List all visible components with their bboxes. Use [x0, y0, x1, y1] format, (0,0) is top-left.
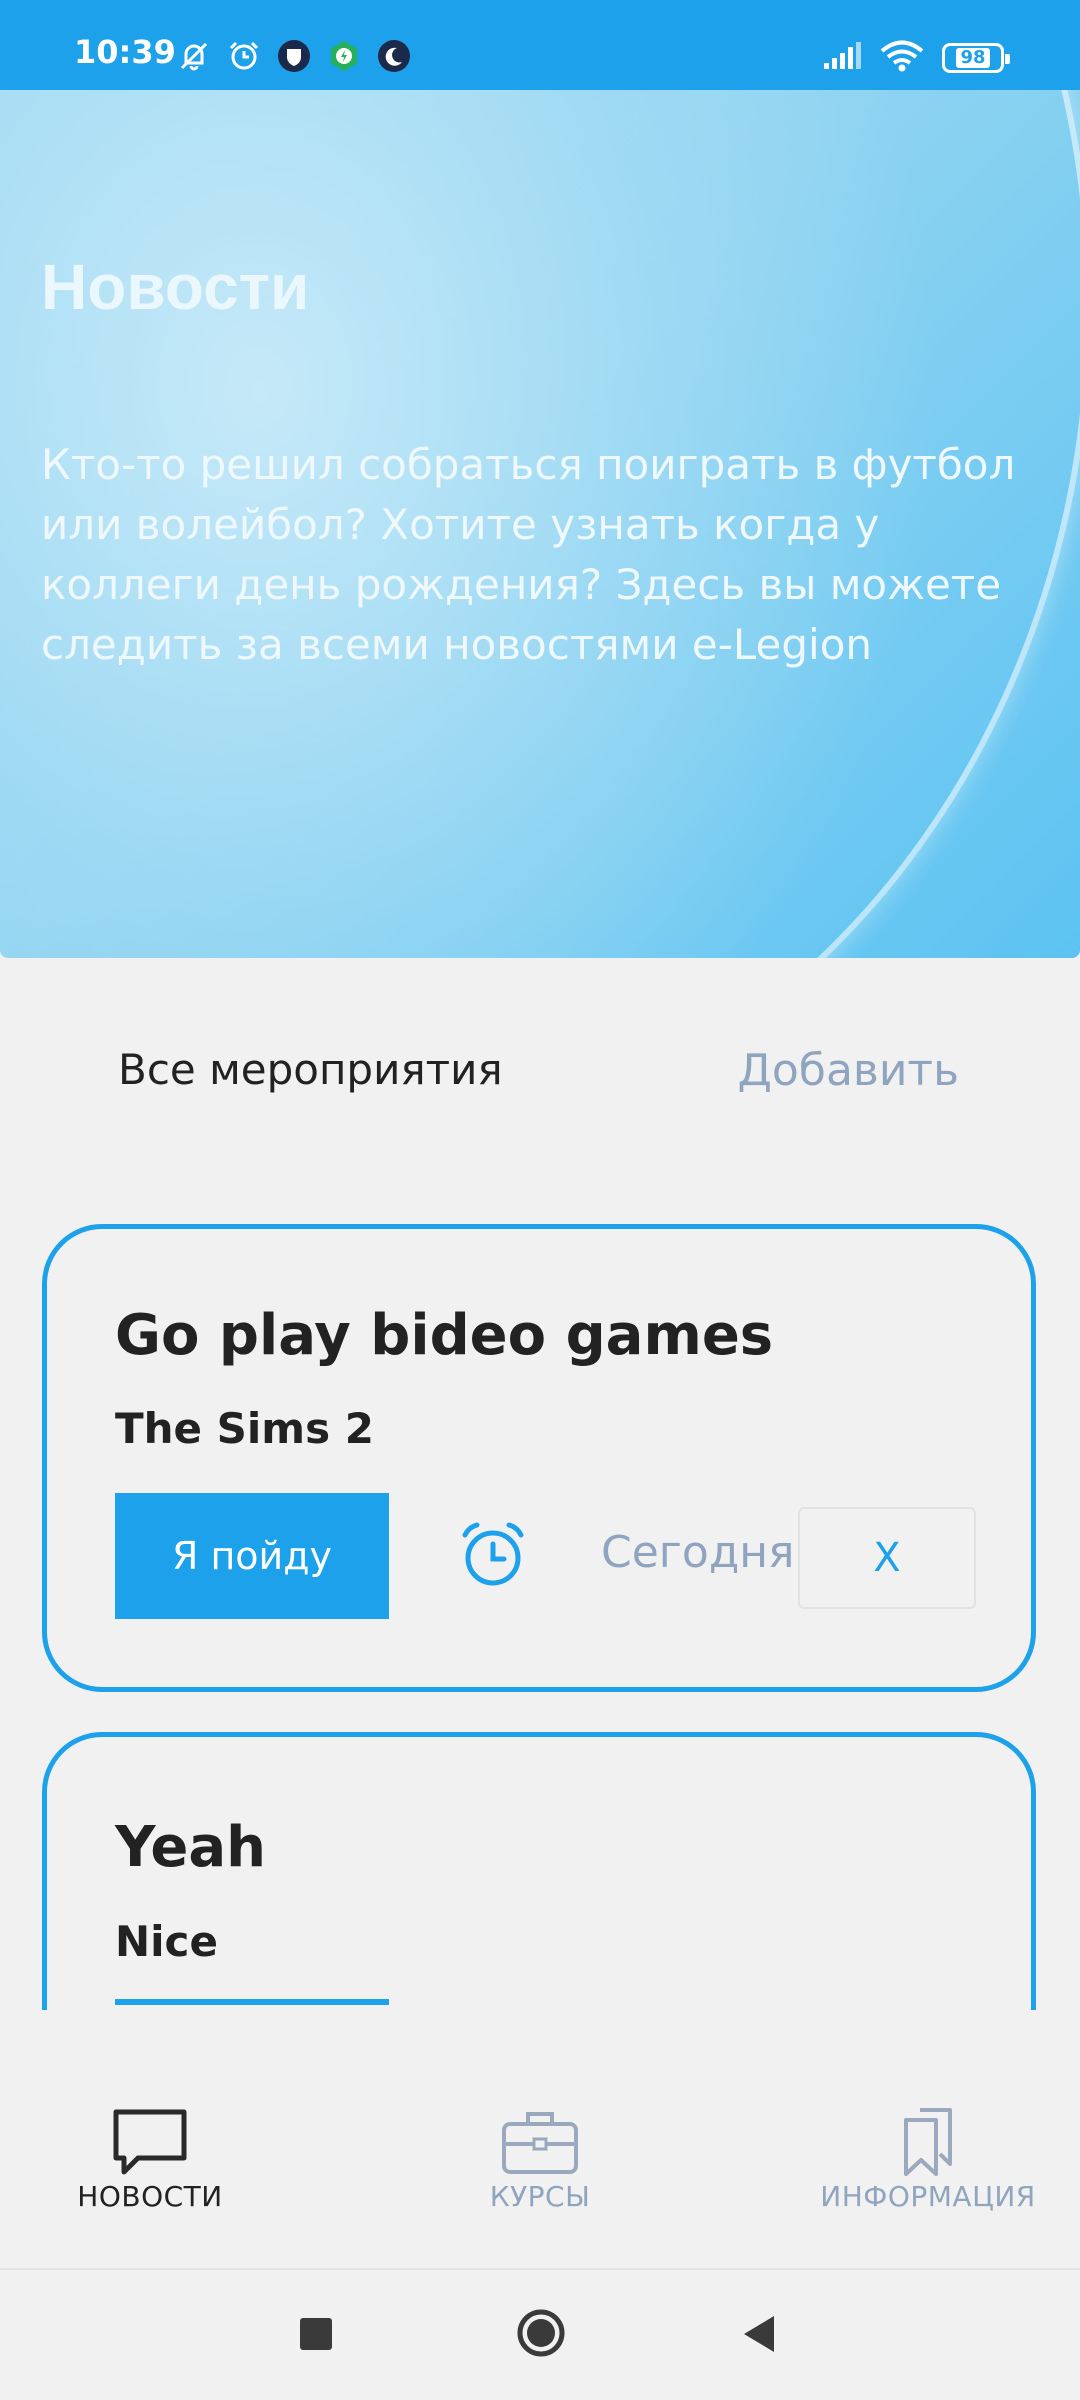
- nav-item-courses[interactable]: КУРСЫ: [410, 2106, 670, 2213]
- nav-label: ИНФОРМАЦИЯ: [820, 2180, 1036, 2213]
- tab-all-events[interactable]: Все мероприятия: [118, 1045, 503, 1094]
- wifi-icon: [880, 40, 924, 76]
- triangle-back-icon: [744, 2316, 774, 2352]
- join-event-button[interactable]: [115, 1999, 389, 2005]
- nav-label: КУРСЫ: [489, 2180, 591, 2213]
- signal-icon: [822, 41, 862, 75]
- briefcase-icon: [502, 2112, 578, 2174]
- event-subtitle: Nice: [115, 1917, 218, 1966]
- event-subtitle: The Sims 2: [115, 1404, 374, 1453]
- nav-label: НОВОСТИ: [77, 2180, 223, 2213]
- system-navigation-bar: [0, 2270, 1080, 2400]
- page-title: Новости: [41, 251, 310, 323]
- nav-item-information[interactable]: ИНФОРМАЦИЯ: [798, 2106, 1058, 2213]
- event-title: Yeah: [115, 1815, 267, 1880]
- bookmarks-icon: [904, 2108, 952, 2176]
- battery-icon: 98: [942, 43, 1010, 73]
- join-event-button[interactable]: Я пойду: [115, 1493, 389, 1619]
- battery-level: 98: [956, 48, 990, 68]
- event-date: Сегодня: [601, 1527, 795, 1578]
- circle-icon: [517, 2309, 565, 2357]
- square-icon: [300, 2318, 332, 2350]
- notification-icons: [176, 38, 412, 74]
- app-power-icon: [326, 38, 362, 74]
- status-time: 10:39: [74, 33, 176, 71]
- dismiss-event-button[interactable]: X: [798, 1507, 976, 1609]
- app-shield-icon: [276, 38, 312, 74]
- recents-button[interactable]: [298, 2316, 334, 2356]
- alarm-icon: [226, 38, 262, 74]
- back-button[interactable]: [740, 2314, 778, 2358]
- news-hero-banner: Новости Кто-то решил собраться поиграть …: [0, 90, 1080, 958]
- status-bar: 10:39 98: [0, 0, 1080, 90]
- home-button[interactable]: [516, 2308, 566, 2362]
- nav-item-news[interactable]: НОВОСТИ: [20, 2106, 280, 2213]
- chat-bubble-icon: [113, 2109, 187, 2175]
- hero-description: Кто-то решил собраться поиграть в футбол…: [41, 440, 1016, 669]
- system-status-icons: 98: [822, 40, 1010, 76]
- alarm-clock-icon: [457, 1519, 529, 1591]
- mute-bell-icon: [176, 38, 212, 74]
- moon-icon: [376, 38, 412, 74]
- bottom-navigation: НОВОСТИ КУРСЫ ИНФОРМАЦИЯ: [0, 2010, 1080, 2270]
- event-title: Go play bideo games: [115, 1303, 774, 1368]
- add-event-button[interactable]: Добавить: [738, 1045, 959, 1096]
- event-card[interactable]: Go play bideo games The Sims 2 Я пойду С…: [42, 1224, 1036, 1692]
